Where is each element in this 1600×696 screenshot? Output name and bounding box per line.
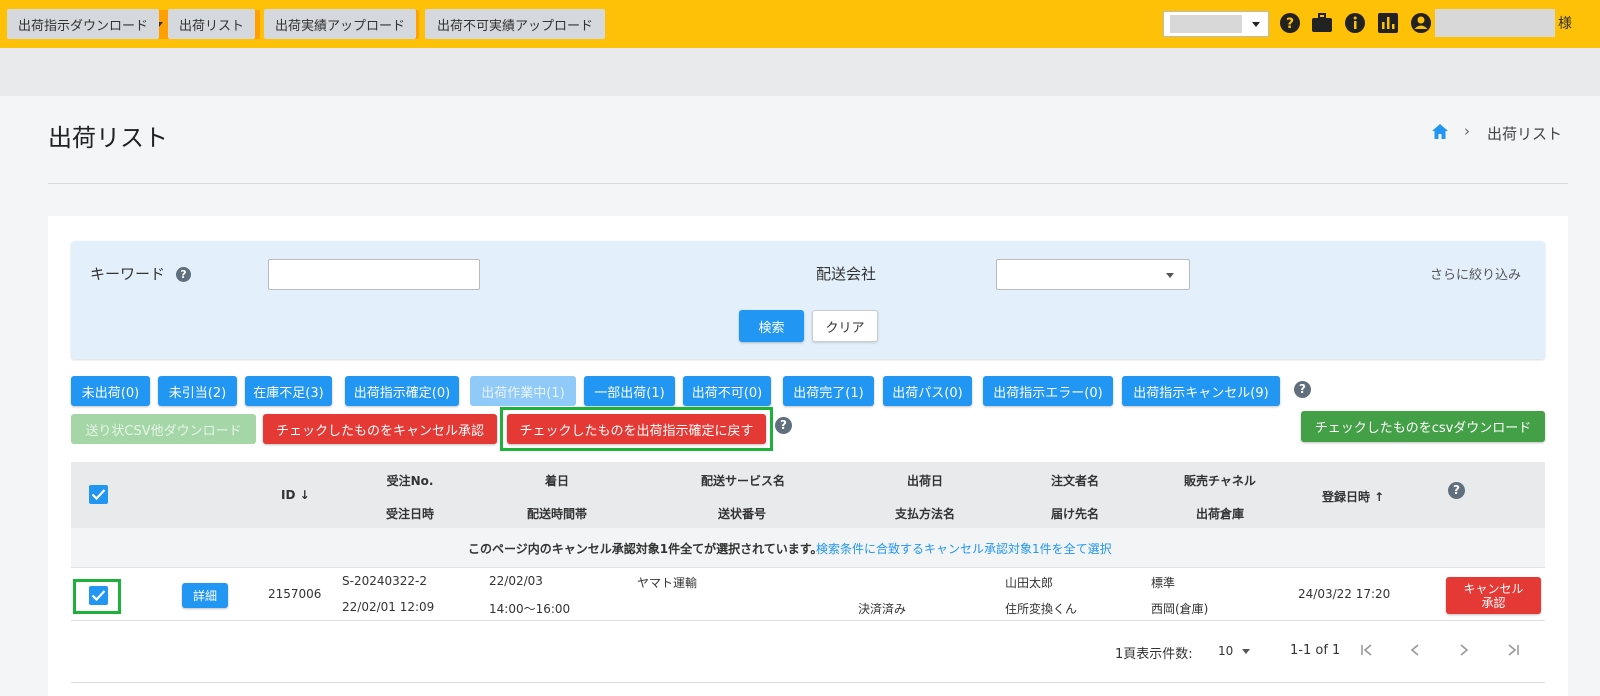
cell-sales-channel: 標準 [1151, 576, 1176, 590]
select-all-checkbox[interactable] [89, 485, 108, 504]
header-delivery-time: 配送時間帯 [526, 507, 587, 521]
clear-button[interactable]: クリア [812, 310, 878, 342]
sub-nav [0, 48, 1600, 96]
status-stock-shortage[interactable]: 在庫不足(3) [245, 376, 332, 406]
info-icon[interactable] [1344, 12, 1366, 34]
cancel-approve-label: キャンセル [1463, 581, 1524, 596]
header-ship-date: 出荷日 [906, 474, 943, 488]
caret-down-icon [1166, 273, 1174, 278]
chart-bar-icon[interactable] [1377, 12, 1399, 34]
page-title: 出荷リスト [48, 124, 168, 152]
caret-down-icon [1252, 22, 1260, 27]
status-partial-shipment[interactable]: 一部出荷(1) [584, 376, 675, 406]
account-circle-icon[interactable] [1410, 12, 1432, 34]
search-button[interactable]: 検索 [739, 310, 804, 342]
cell-recipient: 住所変換くん [1005, 602, 1078, 616]
breadcrumb-current: 出荷リスト [1487, 125, 1563, 143]
divider [48, 183, 1568, 184]
keyword-input[interactable] [268, 259, 480, 290]
header-sales-channel: 販売チャネル [1184, 474, 1256, 488]
keyword-label: キーワード [90, 265, 166, 283]
cell-id: 2157006 [268, 587, 322, 601]
csv-download-checked-button[interactable]: チェックしたものをcsvダウンロード [1301, 411, 1545, 442]
chevron-right-icon: › [1464, 122, 1470, 140]
caret-down-icon[interactable] [1242, 649, 1250, 654]
cell-registered-date: 24/03/22 17:20 [1298, 587, 1391, 601]
account-select-value [1170, 15, 1242, 33]
more-filter-link[interactable]: さらに絞り込み [1430, 264, 1521, 283]
cell-order-date: 22/02/01 12:09 [342, 600, 435, 614]
row-checkbox[interactable] [89, 586, 108, 605]
home-icon[interactable] [1431, 123, 1449, 140]
header-payment-method: 支払方法名 [894, 507, 955, 521]
status-unshippable[interactable]: 出荷不可(0) [683, 376, 771, 406]
status-shipping-pass[interactable]: 出荷パス(0) [883, 376, 972, 406]
prev-page-icon[interactable] [1408, 643, 1422, 657]
header-warehouse: 出荷倉庫 [1195, 507, 1244, 521]
selection-notice-text: このページ内のキャンセル承認対象1件全てが選択されています。 [468, 542, 823, 556]
action-help-icon[interactable]: ? [775, 417, 792, 434]
cell-delivery-service: ヤマト運輸 [637, 576, 698, 590]
user-suffix: 様 [1558, 16, 1572, 32]
per-page-select[interactable]: 10 [1218, 644, 1233, 658]
status-shipped[interactable]: 出荷完了(1) [783, 376, 874, 406]
header-id[interactable]: ID ↓ [281, 488, 310, 502]
account-select[interactable] [1163, 11, 1269, 37]
status-in-progress: 出荷作業中(1) [470, 376, 576, 406]
subnav-shipping-instruction-download[interactable]: 出荷指示ダウンロード [7, 9, 159, 39]
header-recipient: 届け先名 [1050, 507, 1099, 521]
page-range: 1-1 of 1 [1290, 643, 1341, 658]
cell-delivery-time: 14:00～16:00 [489, 602, 571, 616]
subnav-unshippable-result-upload[interactable]: 出荷不可実績アップロード [425, 9, 605, 39]
header-arrival-date: 着日 [544, 474, 569, 488]
last-page-icon[interactable] [1506, 643, 1520, 657]
header-order-date: 受注日時 [385, 507, 434, 521]
revert-to-confirmed-button[interactable]: チェックしたものを出荷指示確定に戻す [507, 414, 766, 444]
first-page-icon[interactable] [1360, 643, 1374, 657]
cancel-approve-row-button[interactable]: キャンセル 承認 [1446, 577, 1541, 614]
header-delivery-service: 配送サービス名 [700, 474, 785, 488]
subnav-shipping-result-upload[interactable]: 出荷実績アップロード [264, 9, 416, 39]
status-instruction-cancel[interactable]: 出荷指示キャンセル(9) [1122, 376, 1280, 406]
detail-button[interactable]: 詳細 [182, 583, 228, 608]
user-name [1435, 9, 1555, 37]
per-page-label: 1頁表示件数: [1115, 647, 1193, 662]
svg-text:?: ? [1286, 16, 1294, 32]
keyword-help-icon[interactable]: ? [176, 267, 191, 282]
header-registered-date[interactable]: 登録日時 ↑ [1322, 488, 1384, 505]
cell-arrival-date: 22/02/03 [489, 574, 543, 588]
cell-order-no: S-20240322-2 [342, 574, 427, 588]
csv-other-download-button: 送り状CSV他ダウンロード [71, 414, 256, 444]
next-page-icon[interactable] [1457, 643, 1471, 657]
divider [71, 682, 1545, 683]
cancel-approve-label: 承認 [1481, 595, 1506, 610]
header-order-no: 受注No. [386, 474, 434, 488]
status-instruction-confirmed[interactable]: 出荷指示確定(0) [345, 376, 459, 406]
header-customer: 注文者名 [1050, 474, 1099, 488]
delivery-company-select[interactable] [996, 259, 1190, 290]
subnav-shipping-list[interactable]: 出荷リスト [168, 9, 255, 39]
status-unallocated[interactable]: 未引当(2) [158, 376, 237, 406]
status-unshipped[interactable]: 未出荷(0) [71, 376, 150, 406]
help-circle-icon[interactable]: ? [1279, 12, 1301, 34]
table-help-icon[interactable]: ? [1448, 482, 1465, 499]
briefcase-icon[interactable] [1311, 12, 1333, 34]
header-tracking-number: 送状番号 [717, 507, 766, 521]
cell-payment-method: 決済済み [858, 602, 907, 616]
status-help-icon[interactable]: ? [1294, 381, 1311, 398]
status-instruction-error[interactable]: 出荷指示エラー(0) [983, 376, 1113, 406]
cell-customer: 山田太郎 [1005, 576, 1054, 590]
cell-warehouse: 西岡(倉庫) [1151, 602, 1209, 616]
cancel-approve-checked-button[interactable]: チェックしたものをキャンセル承認 [263, 414, 497, 444]
select-all-matching-link[interactable]: 検索条件に合致するキャンセル承認対象1件を全て選択 [816, 540, 1112, 557]
delivery-company-label: 配送会社 [816, 265, 877, 283]
